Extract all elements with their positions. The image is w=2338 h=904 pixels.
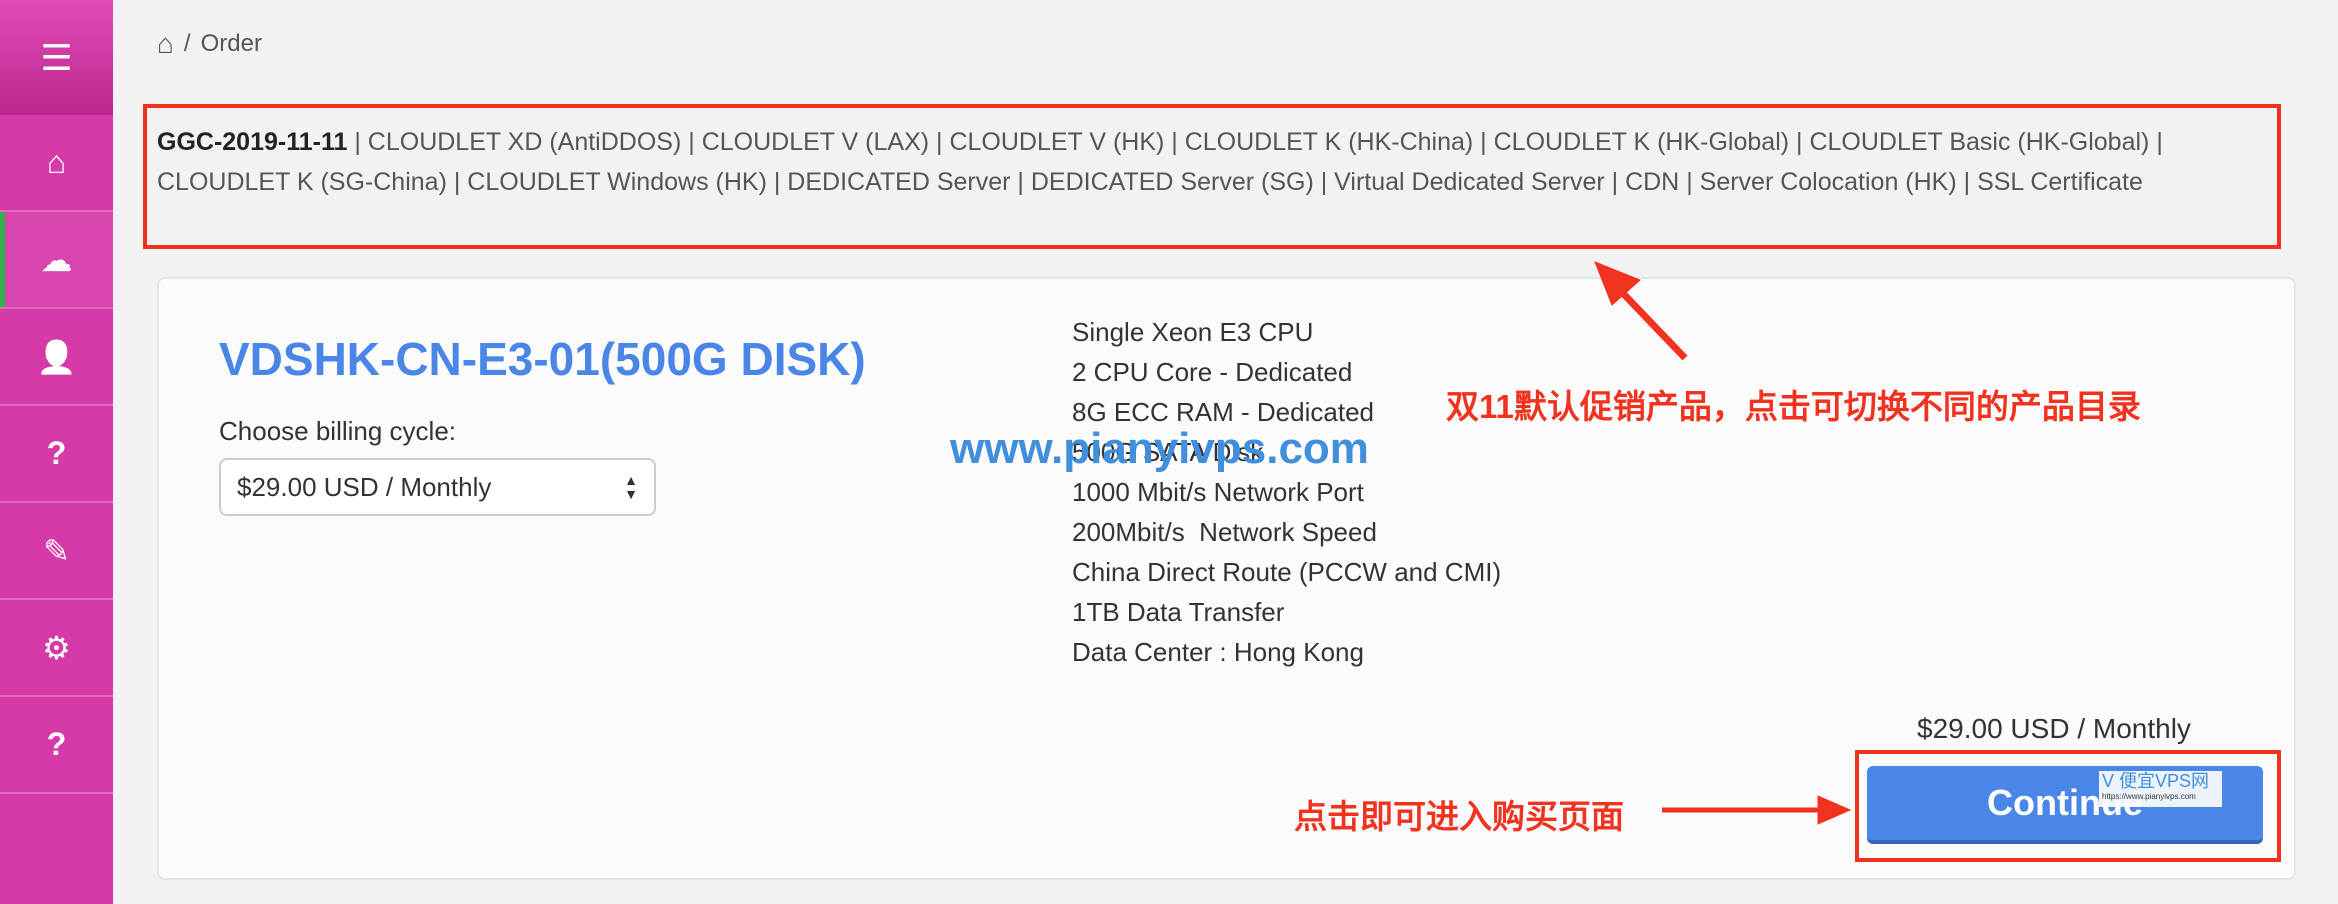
arrow-right-icon [1662,795,1852,825]
arrow-up-icon [1594,261,1688,361]
annotation-arrows [1594,261,1852,825]
